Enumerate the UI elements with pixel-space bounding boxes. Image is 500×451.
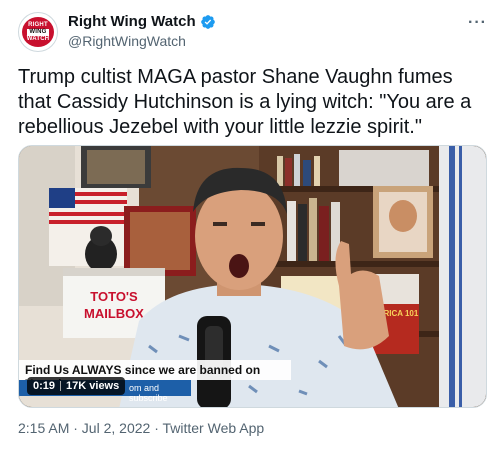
- avatar[interactable]: RIGHT WING WATCH: [18, 12, 58, 52]
- divider: [60, 381, 62, 391]
- handle[interactable]: @RightWingWatch: [68, 33, 186, 49]
- tweet-text: Trump cultist MAGA pastor Shane Vaughn f…: [18, 66, 472, 138]
- logo-line-1: RIGHT: [28, 21, 48, 28]
- tweet[interactable]: RIGHT WING WATCH Right Wing Watch @Right…: [0, 0, 500, 451]
- display-name[interactable]: Right Wing Watch: [68, 13, 196, 30]
- sign-text-1: TOTO'S: [90, 289, 138, 304]
- video-player[interactable]: TOTO'S MAILBOX Toto: [18, 145, 487, 408]
- sign-text-2: MAILBOX: [84, 306, 144, 321]
- more-options-icon[interactable]: ···: [468, 14, 487, 32]
- video-duration: 0:19: [33, 380, 56, 392]
- logo-line-2: WING: [27, 28, 49, 36]
- logo-line-3: WATCH: [26, 35, 50, 42]
- author-name-row: Right Wing Watch: [68, 13, 216, 30]
- video-views: 17K views: [66, 380, 120, 392]
- verified-badge-icon: [200, 14, 215, 29]
- video-duration-badge: 0:19 17K views: [27, 377, 126, 395]
- right-wing-watch-logo: RIGHT WING WATCH: [22, 17, 54, 47]
- tweet-timestamp[interactable]: 2:15 AM · Jul 2, 2022 · Twitter Web App: [18, 420, 264, 436]
